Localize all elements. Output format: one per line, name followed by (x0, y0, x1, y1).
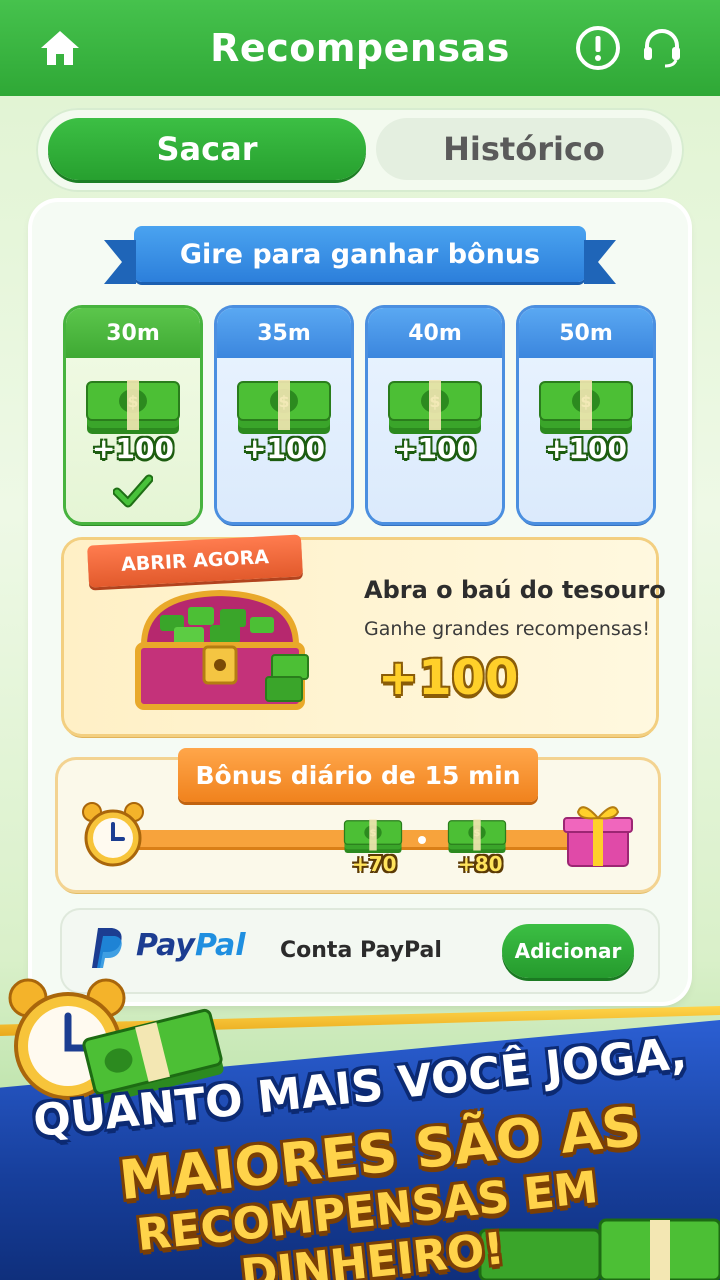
treasure-chest-icon (135, 589, 309, 710)
tab-historico[interactable]: Histórico (376, 118, 672, 180)
checkmark-icon (113, 474, 153, 508)
paypal-wordmark-b: Pal (194, 928, 246, 963)
spin-time: 30m (66, 308, 200, 358)
treasure-title: Abra o baú do tesouro (364, 576, 666, 604)
daily-reward-2: +80 (458, 852, 503, 876)
alarm-clock-icon (82, 802, 144, 867)
spin-time: 50m (519, 308, 653, 358)
treasure-subtitle: Ganhe grandes recompensas! (364, 618, 650, 640)
page-title: Recompensas (210, 26, 510, 70)
home-icon[interactable] (36, 24, 84, 72)
spin-time: 35m (217, 308, 351, 358)
spin-amount: +100 (243, 432, 325, 465)
paypal-wordmark-a: Pay (136, 928, 195, 963)
spin-card-40m[interactable]: 40m +100 (368, 308, 502, 522)
cash-stack-icon (83, 370, 183, 440)
cash-stack-icon (536, 370, 636, 440)
spin-card-35m[interactable]: 35m +100 (217, 308, 351, 522)
headset-icon[interactable] (638, 24, 686, 72)
spin-card-30m[interactable]: 30m +100 (66, 308, 200, 522)
spin-amount: +100 (394, 432, 476, 465)
daily-bonus-title: Bônus diário de 15 min (178, 748, 538, 802)
paypal-logo-icon (92, 928, 122, 968)
paypal-account-label: Conta PayPal (280, 938, 442, 963)
spin-amount: +100 (545, 432, 627, 465)
app-header: Recompensas (0, 0, 720, 96)
cash-stack-icon (234, 370, 334, 440)
progress-dot (418, 836, 426, 844)
alert-icon[interactable] (574, 24, 622, 72)
spin-card-50m[interactable]: 50m +100 (519, 308, 653, 522)
spin-bonus-title: Gire para ganhar bônus (104, 226, 616, 284)
spin-time: 40m (368, 308, 502, 358)
gift-box-icon[interactable] (562, 798, 634, 870)
spin-amount: +100 (92, 432, 174, 465)
tab-sacar[interactable]: Sacar (48, 118, 366, 180)
paypal-wordmark: PayPal (136, 928, 246, 963)
treasure-amount: +100 (378, 650, 519, 706)
daily-reward-1: +70 (352, 852, 397, 876)
cash-stack-icon (385, 370, 485, 440)
tab-bar: Sacar Histórico (36, 108, 684, 192)
add-paypal-button[interactable]: Adicionar (502, 924, 634, 978)
